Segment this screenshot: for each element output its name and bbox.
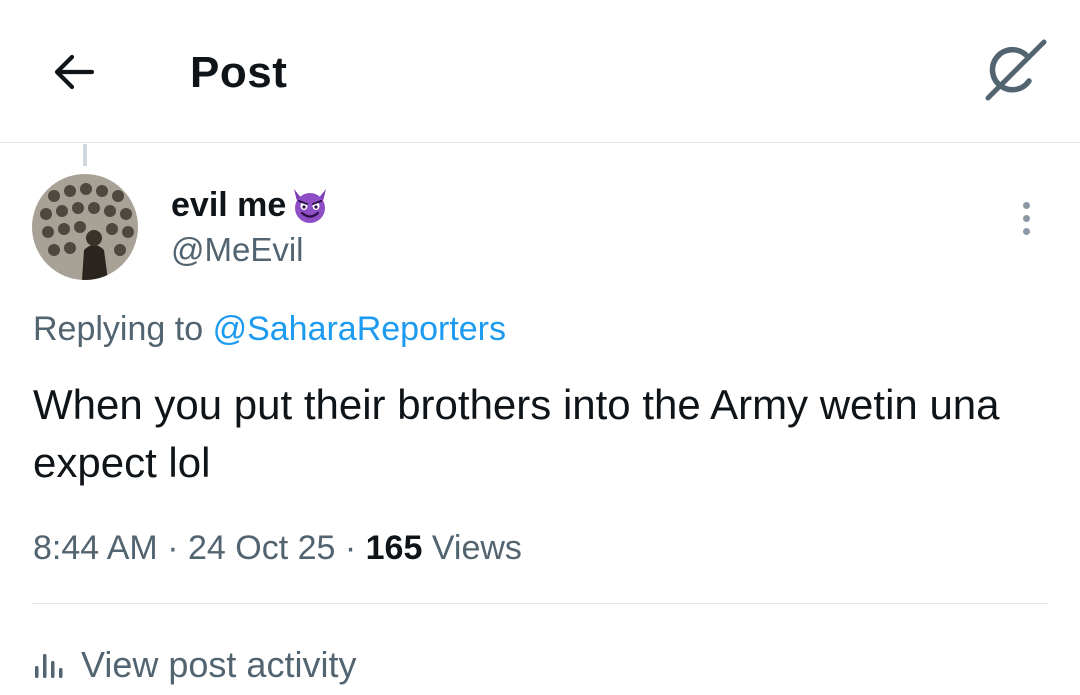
display-name-text: evil me <box>171 186 287 224</box>
post-text: When you put their brothers into the Arm… <box>33 381 1000 486</box>
grok-icon <box>985 39 1047 101</box>
post-time[interactable]: 8:44 AM <box>33 529 158 567</box>
author-display-name[interactable]: evil me <box>171 185 332 225</box>
avatar[interactable] <box>32 174 138 280</box>
meta-separator: · <box>167 529 179 567</box>
author-handle[interactable]: @MeEvil <box>171 230 304 270</box>
top-bar: Post <box>0 0 1080 143</box>
more-dot-icon <box>1022 201 1030 209</box>
page-title: Post <box>190 48 288 97</box>
grok-button[interactable] <box>982 38 1048 102</box>
arrow-left-icon <box>54 54 95 90</box>
post-metadata: 8:44 AM · 24 Oct 25 · 165 Views <box>33 527 522 569</box>
bar-chart-icon <box>35 654 63 678</box>
back-button[interactable] <box>46 48 100 96</box>
smiling-face-with-horns-icon <box>288 185 332 225</box>
views-count: 165 <box>365 529 423 567</box>
view-post-activity-label: View post activity <box>81 644 357 685</box>
more-dot-icon <box>1022 214 1030 222</box>
view-post-activity-link[interactable]: View post activity <box>33 640 356 690</box>
replying-to: Replying to @SaharaReporters <box>33 308 506 350</box>
views-label: Views <box>431 529 522 567</box>
replying-to-mention-link[interactable]: @SaharaReporters <box>213 310 506 348</box>
more-options-button[interactable] <box>1006 196 1046 240</box>
divider <box>32 603 1048 604</box>
more-dot-icon <box>1022 227 1030 235</box>
replying-to-label: Replying to <box>33 310 204 348</box>
post-date[interactable]: 24 Oct 25 <box>188 529 335 567</box>
thread-connector-line <box>83 144 87 166</box>
meta-separator: · <box>344 529 357 567</box>
